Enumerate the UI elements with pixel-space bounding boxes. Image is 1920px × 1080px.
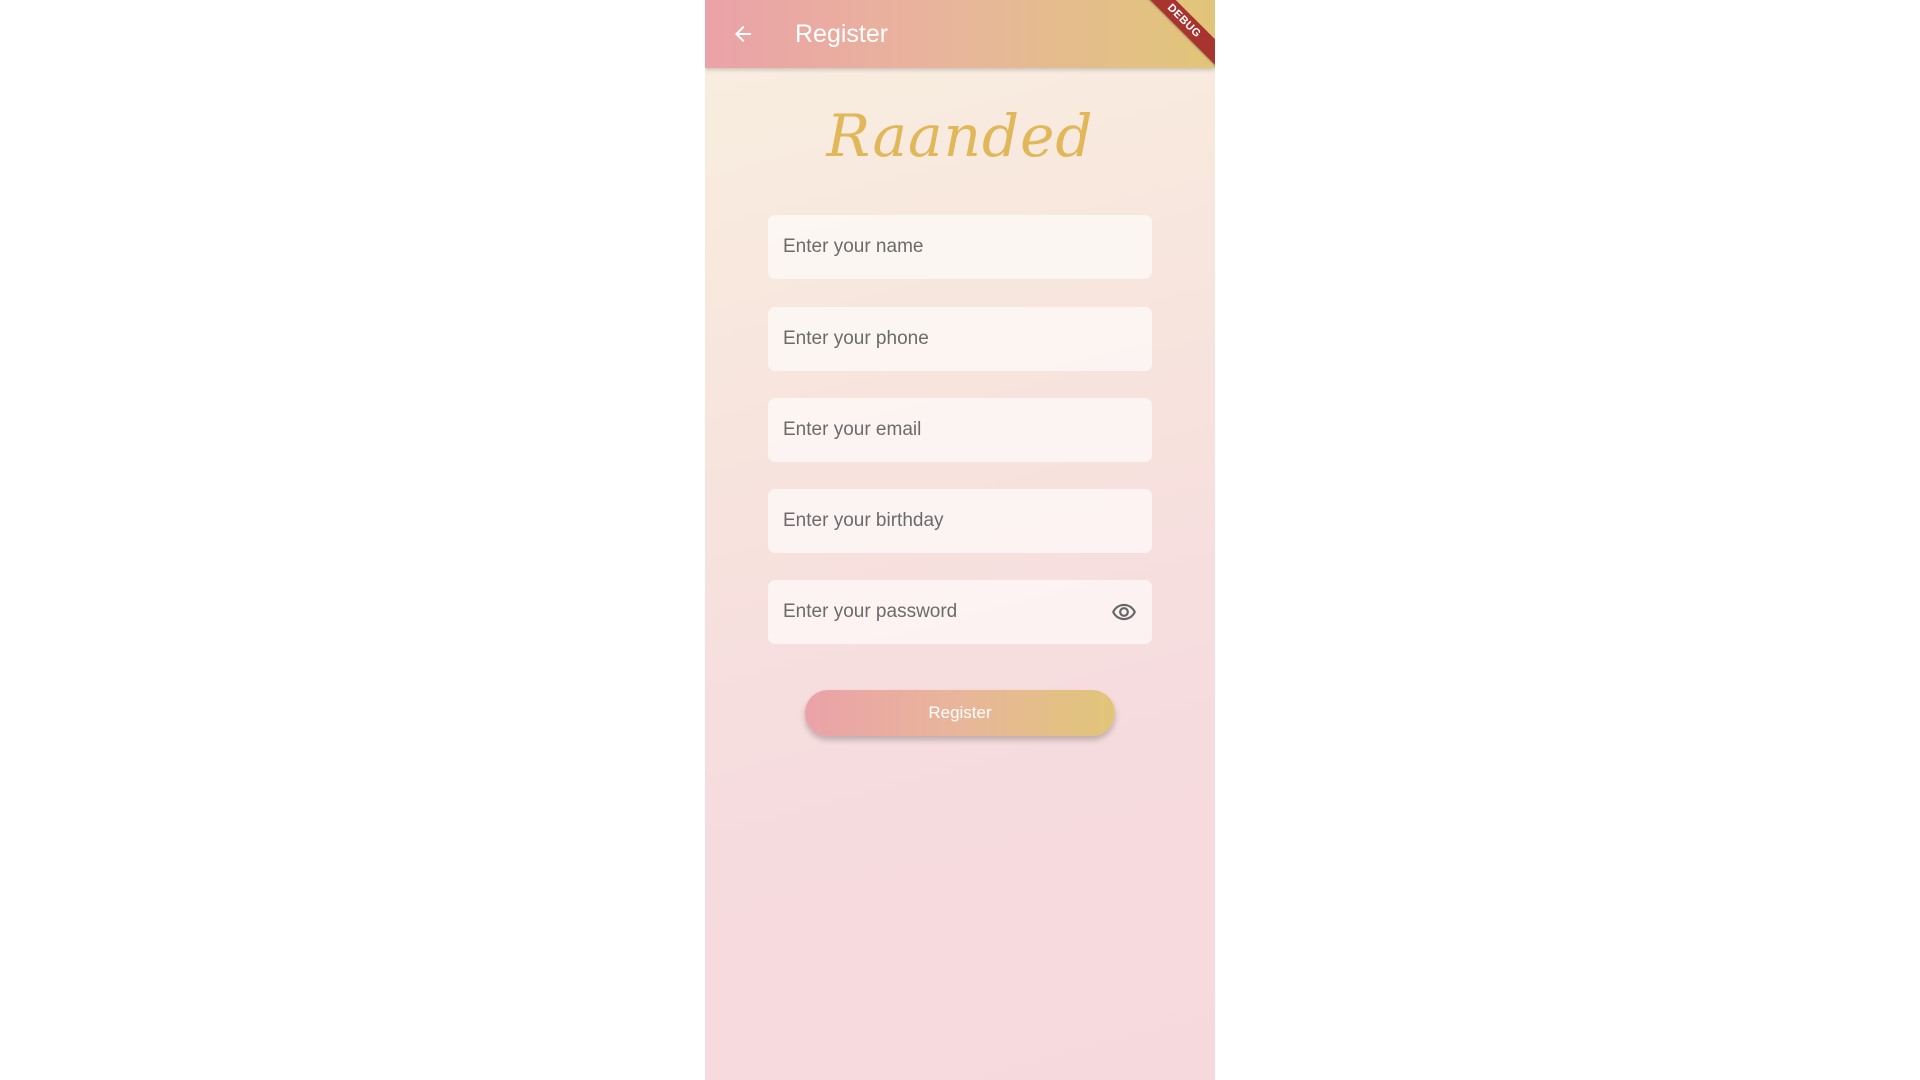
phone-field[interactable]: [783, 307, 1140, 371]
birthday-field-container: [768, 489, 1152, 553]
password-field[interactable]: [783, 580, 1108, 644]
phone-field-container: [768, 307, 1152, 371]
debug-banner: DEBUG: [1131, 0, 1215, 74]
back-button[interactable]: [723, 14, 763, 54]
email-field[interactable]: [783, 398, 1140, 462]
app-bar: Register DEBUG: [705, 0, 1215, 74]
register-button[interactable]: Register: [805, 690, 1115, 736]
password-field-container: [768, 580, 1152, 644]
birthday-field[interactable]: [783, 489, 1140, 553]
password-visibility-toggle[interactable]: [1108, 596, 1140, 628]
name-field-container: [768, 215, 1152, 279]
email-field-container: [768, 398, 1152, 462]
arrow-back-icon: [735, 26, 751, 42]
eye-icon: [1112, 603, 1136, 621]
app-screen: Register DEBUG Raanded Register: [705, 0, 1215, 1080]
page-title: Register: [795, 20, 889, 48]
name-field[interactable]: [783, 215, 1140, 279]
app-logo: Raanded: [826, 102, 1094, 170]
